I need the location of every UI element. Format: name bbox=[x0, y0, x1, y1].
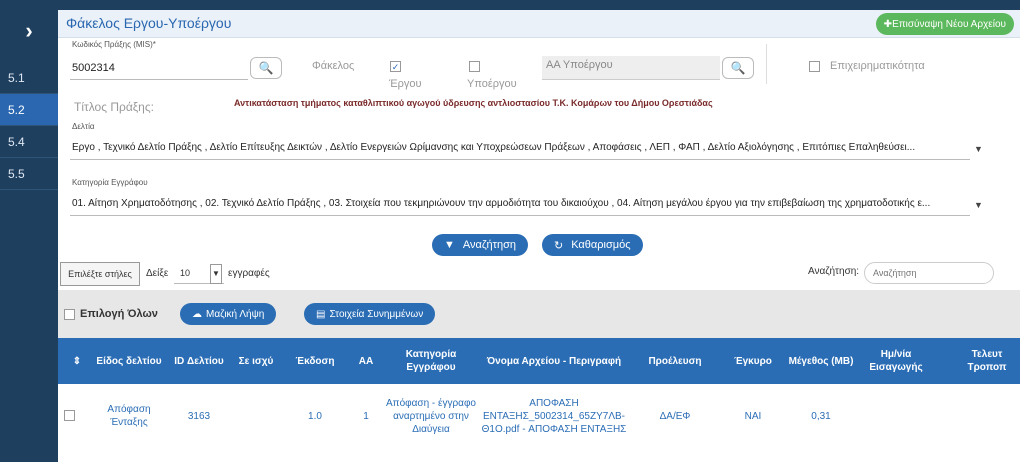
show-label: Δείξε bbox=[146, 268, 169, 279]
business-label: Επιχειρηματικότητα bbox=[830, 60, 925, 72]
checkbox-ergou[interactable]: ✓ bbox=[390, 61, 401, 72]
column-imnia[interactable]: Ημ/νία Εισαγωγής bbox=[854, 338, 938, 384]
cell-egkyro: ΝΑΙ bbox=[744, 410, 762, 422]
mis-label: Κωδικός Πράξης (MIS)* bbox=[72, 40, 156, 49]
cell-onoma[interactable]: ΑΠΟΦΑΣΗ ΕΝΤΑΞΗΣ_5002314_65ΖΥ7ΛΒ-Θ1Ο.pdf … bbox=[476, 384, 632, 448]
deltia-select[interactable]: Εργο , Τεχνικό Δελτίο Πράξης , Δελτίο Επ… bbox=[70, 140, 970, 160]
choose-columns-button[interactable]: Επιλέξτε στήλες bbox=[60, 262, 140, 286]
aa-search-button[interactable]: 🔍 bbox=[722, 57, 754, 79]
attachments-button[interactable]: ▤ Στοιχεία Συνημμένων bbox=[304, 303, 436, 325]
column-egkyro[interactable]: Έγκυρο bbox=[718, 338, 788, 384]
aa-ypoergou-input[interactable]: ΑΑ Υποέργου bbox=[542, 56, 720, 80]
page-title: Φάκελος Εργου-Υποέργου bbox=[66, 15, 232, 31]
chevron-down-icon[interactable]: ▼ bbox=[210, 264, 222, 284]
checkbox-ergou-label: Έργου bbox=[389, 78, 422, 90]
plus-icon: ✚ bbox=[883, 18, 893, 30]
mis-input[interactable]: 5002314 bbox=[70, 60, 248, 80]
category-select[interactable]: 01. Αίτηση Χρηματοδότησης , 02. Τεχνικό … bbox=[70, 196, 970, 216]
table-header: ⇕ Είδος δελτίου ID Δελτίου Σε ισχύ Έκδοσ… bbox=[58, 338, 1020, 384]
left-nav: › 5.1 5.2 5.4 5.5 bbox=[0, 0, 58, 462]
table-search-label: Αναζήτηση: bbox=[808, 266, 860, 277]
nav-item-5-5[interactable]: 5.5 bbox=[0, 158, 58, 190]
column-last-modified[interactable]: Τελευτ Τροποπ bbox=[938, 338, 1018, 384]
sort-icon[interactable]: ⇕ bbox=[70, 338, 84, 384]
divider bbox=[766, 44, 767, 84]
checkbox-ypoergou[interactable] bbox=[469, 61, 480, 72]
nav-item-5-2[interactable]: 5.2 bbox=[0, 94, 58, 126]
cell-kategoria: Απόφαση - έγγραφο αναρτημένο στην Διαύγε… bbox=[386, 397, 476, 435]
select-all-checkbox[interactable] bbox=[64, 309, 75, 320]
category-label: Κατηγορία Εγγράφου bbox=[72, 178, 148, 187]
checkbox-ypoergou-label: Υποέργου bbox=[467, 78, 517, 90]
search-button[interactable]: ▼ Αναζήτηση bbox=[432, 234, 529, 256]
table-search-input[interactable] bbox=[864, 262, 994, 284]
nav-item-5-1[interactable]: 5.1 bbox=[0, 62, 58, 94]
panel-header: Φάκελος Εργου-Υποέργου ✚ Επισύναψη Νέου Α… bbox=[58, 10, 1020, 38]
folder-panel: Φάκελος Εργου-Υποέργου ✚ Επισύναψη Νέου Α… bbox=[58, 10, 1020, 448]
checkbox-business[interactable] bbox=[809, 61, 820, 72]
column-ekdosi[interactable]: Έκδοση bbox=[284, 338, 346, 384]
title-value: Αντικατάσταση τμήματος καταθλιπτικού αγω… bbox=[234, 98, 713, 108]
cloud-download-icon: ☁ bbox=[192, 308, 202, 320]
folder-label: Φάκελος bbox=[312, 60, 355, 72]
cell-eidos: Απόφαση Ένταξης bbox=[107, 404, 151, 428]
upload-file-button[interactable]: ✚ Επισύναψη Νέου Αρχείου bbox=[875, 13, 1014, 35]
column-aa[interactable]: ΑΑ bbox=[346, 338, 386, 384]
expand-nav-icon[interactable]: › bbox=[0, 0, 58, 62]
table-toolbar: Επιλέξτε στήλες Δείξε 10 ▼ εγγραφές Αναζ… bbox=[58, 260, 1020, 290]
select-all-label: Επιλογή Όλων bbox=[80, 308, 158, 320]
column-eidos[interactable]: Είδος δελτίου bbox=[88, 338, 170, 384]
print-icon: ▤ bbox=[316, 308, 326, 320]
cell-se-isxy bbox=[228, 384, 284, 448]
column-se-isxy[interactable]: Σε ισχύ bbox=[228, 338, 284, 384]
bulk-download-button[interactable]: ☁ Μαζική Λήψη bbox=[180, 303, 277, 325]
column-id[interactable]: ID Δελτίου bbox=[170, 338, 228, 384]
title-label: Τίτλος Πράξης: bbox=[74, 100, 154, 114]
cell-megethos: 0,31 bbox=[811, 410, 831, 422]
search-icon: 🔍 bbox=[730, 61, 746, 75]
nav-item-5-4[interactable]: 5.4 bbox=[0, 126, 58, 158]
search-icon: 🔍 bbox=[258, 61, 274, 75]
cell-proeleusi: ΔΑ/ΕΦ bbox=[659, 410, 691, 422]
caret-down-icon: ▼ bbox=[444, 239, 455, 251]
chevron-down-icon[interactable]: ▼ bbox=[974, 200, 983, 210]
cell-ekdosi: 1.0 bbox=[308, 410, 322, 422]
cell-id: 3163 bbox=[187, 410, 211, 422]
refresh-icon: ↻ bbox=[554, 239, 564, 252]
bulk-actions-bar: Επιλογή Όλων ☁ Μαζική Λήψη ▤ Στοιχεία Συνη… bbox=[58, 290, 1020, 338]
top-strip bbox=[58, 0, 1020, 10]
column-onoma[interactable]: Όνομα Αρχείου - Περιγραφή bbox=[476, 338, 632, 384]
chevron-down-icon[interactable]: ▼ bbox=[974, 144, 983, 154]
table-row[interactable]: Απόφαση Ένταξης 3163 1.0 1 Απόφαση - έγγ… bbox=[58, 384, 1020, 448]
deltia-label: Δελτία bbox=[72, 122, 95, 131]
records-label: εγγραφές bbox=[228, 268, 270, 279]
column-proeleusi[interactable]: Προέλευση bbox=[632, 338, 718, 384]
row-checkbox[interactable] bbox=[64, 410, 75, 421]
cell-aa: 1 bbox=[363, 410, 369, 422]
column-kategoria[interactable]: Κατηγορία Εγγράφου bbox=[386, 338, 476, 384]
column-megethos[interactable]: Μέγεθος (MB) bbox=[788, 338, 854, 384]
mis-search-button[interactable]: 🔍 bbox=[250, 57, 282, 79]
clear-button[interactable]: ↻ Καθαρισμός bbox=[542, 234, 643, 256]
